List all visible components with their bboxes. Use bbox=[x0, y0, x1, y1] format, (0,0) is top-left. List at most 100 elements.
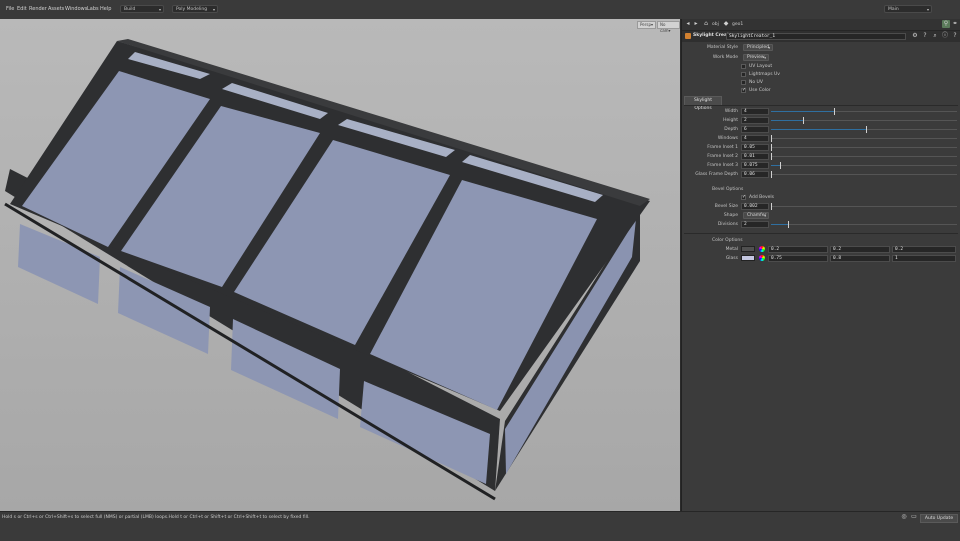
frame-inset-1-label: Frame Inset 1 bbox=[707, 145, 738, 150]
width-slider[interactable] bbox=[771, 108, 957, 115]
help-icon[interactable]: ? bbox=[921, 32, 929, 40]
color-wheel-icon[interactable] bbox=[759, 255, 765, 261]
shelf-dropdown[interactable]: Poly Modeling ▾ bbox=[172, 5, 218, 13]
material-style-label: Material Style bbox=[706, 45, 738, 50]
divisions-field[interactable]: 2 bbox=[741, 221, 769, 228]
add-bevels-label: Add Bevels bbox=[749, 195, 775, 200]
glass-frame-depth-field[interactable]: 0.06 bbox=[741, 171, 769, 178]
bevel-section-label: Bevel Options bbox=[712, 187, 744, 192]
width-field[interactable]: 4 bbox=[741, 108, 769, 115]
geo-icon: ◆ bbox=[723, 20, 729, 27]
glass-frame-depth-slider[interactable] bbox=[771, 171, 957, 178]
lightmaps-uv-checkbox[interactable] bbox=[741, 72, 746, 77]
metal-label: Metal bbox=[725, 247, 738, 252]
windows-slider[interactable] bbox=[771, 135, 957, 142]
forward-icon[interactable]: ▸ bbox=[692, 20, 700, 28]
width-label: Width bbox=[724, 109, 738, 114]
pin-icon[interactable]: ⚲ bbox=[942, 20, 950, 28]
height-field[interactable]: 2 bbox=[741, 117, 769, 124]
menu-file[interactable]: File bbox=[6, 6, 14, 12]
no-uv-label: No UV bbox=[749, 80, 763, 85]
desktop-dropdown[interactable]: Build ▾ bbox=[120, 5, 164, 13]
chevron-down-icon: ▾ bbox=[926, 7, 929, 12]
work-mode-dropdown[interactable]: Preview ▾ bbox=[743, 54, 769, 61]
desktop-label: Build bbox=[124, 7, 136, 12]
color-wheel-icon[interactable] bbox=[759, 246, 765, 252]
glass-label: Glass bbox=[725, 256, 738, 261]
display-icon[interactable]: ▭ bbox=[910, 513, 918, 521]
obj-context-icon: ⌂ bbox=[704, 20, 708, 27]
divisions-slider[interactable] bbox=[771, 221, 957, 228]
menu-edit[interactable]: Edit bbox=[17, 6, 27, 12]
windows-label: Windows bbox=[717, 136, 738, 141]
glass-g-field[interactable]: 0.8 bbox=[830, 255, 890, 262]
height-slider[interactable] bbox=[771, 117, 957, 124]
bevel-size-label: Bevel Size bbox=[714, 204, 738, 209]
menu-render[interactable]: Render bbox=[29, 6, 47, 12]
frame-inset-2-label: Frame Inset 2 bbox=[707, 154, 738, 159]
metal-color-swatch[interactable] bbox=[741, 246, 755, 252]
divisions-label: Divisions bbox=[717, 222, 738, 227]
work-mode-value: Preview bbox=[747, 55, 765, 60]
skylight-model bbox=[4, 39, 650, 501]
frame-inset-1-slider[interactable] bbox=[771, 144, 957, 151]
scene-viewport[interactable]: Persp▾ No cam▾ bbox=[0, 19, 680, 511]
status-message: Hold s or Ctrl+s or Ctrl+Shift+s to sele… bbox=[2, 515, 310, 520]
material-style-dropdown[interactable]: Principled ▾ bbox=[743, 44, 773, 51]
no-uv-checkbox[interactable] bbox=[741, 80, 746, 85]
shape-dropdown[interactable]: Chamfer ▾ bbox=[743, 212, 769, 219]
chat-icon[interactable]: ◎ bbox=[900, 513, 908, 521]
menu-windows[interactable]: Windows bbox=[65, 6, 87, 12]
path-context[interactable]: obj bbox=[712, 22, 719, 27]
back-icon[interactable]: ◂ bbox=[684, 20, 692, 28]
chevron-down-icon: ▾ bbox=[158, 7, 161, 12]
glass-r-field[interactable]: 0.75 bbox=[768, 255, 828, 262]
channel-label: Main bbox=[888, 7, 899, 12]
depth-slider[interactable] bbox=[771, 126, 957, 133]
shelf-label: Poly Modeling bbox=[176, 7, 208, 12]
add-bevels-checkbox[interactable] bbox=[741, 194, 746, 200]
metal-b-field[interactable]: 0.2 bbox=[892, 246, 956, 253]
bevel-size-field[interactable]: 0.002 bbox=[741, 203, 769, 210]
info-icon[interactable]: ⓘ bbox=[941, 32, 949, 40]
height-label: Height bbox=[723, 118, 738, 123]
frame-inset-2-slider[interactable] bbox=[771, 153, 957, 160]
menu-labs[interactable]: Labs bbox=[87, 6, 99, 12]
frame-inset-3-slider[interactable] bbox=[771, 162, 957, 169]
chevron-down-icon: ▾ bbox=[212, 7, 215, 12]
update-mode-button[interactable]: Auto Update bbox=[920, 514, 958, 523]
frame-inset-1-field[interactable]: 0.05 bbox=[741, 144, 769, 151]
chevron-down-icon: ▾ bbox=[764, 214, 766, 218]
work-mode-label: Work Mode bbox=[712, 55, 738, 60]
glass-frame-depth-label: Glass Frame Depth bbox=[695, 172, 738, 177]
node-header: Skylight Creator SkylightCreator_1 ⚙ ? ⌕… bbox=[682, 31, 960, 42]
menu-help[interactable]: Help bbox=[100, 6, 111, 12]
depth-field[interactable]: 6 bbox=[741, 126, 769, 133]
link-icon[interactable]: ⚭ bbox=[951, 20, 959, 28]
path-node[interactable]: geo1 bbox=[732, 22, 743, 27]
search-icon[interactable]: ⌕ bbox=[931, 32, 939, 40]
glass-color-swatch[interactable] bbox=[741, 255, 755, 261]
material-style-value: Principled bbox=[747, 45, 770, 50]
chevron-down-icon: ▾ bbox=[764, 56, 766, 60]
glass-b-field[interactable]: 1 bbox=[892, 255, 956, 262]
metal-r-field[interactable]: 0.2 bbox=[768, 246, 828, 253]
node-name-field[interactable]: SkylightCreator_1 bbox=[726, 33, 906, 40]
channel-dropdown[interactable]: Main ▾ bbox=[884, 5, 932, 13]
metal-g-field[interactable]: 0.2 bbox=[830, 246, 890, 253]
color-section-label: Color Options bbox=[712, 238, 743, 243]
use-color-checkbox[interactable] bbox=[741, 87, 746, 93]
path-bar: ◂ ▸ ⌂ obj ◆ geo1 ⚲ ⚭ bbox=[682, 19, 960, 31]
question-icon[interactable]: ? bbox=[951, 32, 959, 40]
gear-icon[interactable]: ⚙ bbox=[911, 32, 919, 40]
uv-layout-checkbox[interactable] bbox=[741, 64, 746, 69]
menu-bar: File Edit Render Assets Windows Labs Hel… bbox=[0, 0, 960, 20]
windows-field[interactable]: 4 bbox=[741, 135, 769, 142]
parameter-panel: ◂ ▸ ⌂ obj ◆ geo1 ⚲ ⚭ Skylight Creator Sk… bbox=[681, 19, 960, 511]
frame-inset-3-field[interactable]: 0.075 bbox=[741, 162, 769, 169]
frame-inset-3-label: Frame Inset 3 bbox=[707, 163, 738, 168]
menu-assets[interactable]: Assets bbox=[48, 6, 64, 12]
status-bar: Hold s or Ctrl+s or Ctrl+Shift+s to sele… bbox=[0, 511, 960, 541]
frame-inset-2-field[interactable]: 0.01 bbox=[741, 153, 769, 160]
bevel-size-slider[interactable] bbox=[771, 203, 957, 210]
